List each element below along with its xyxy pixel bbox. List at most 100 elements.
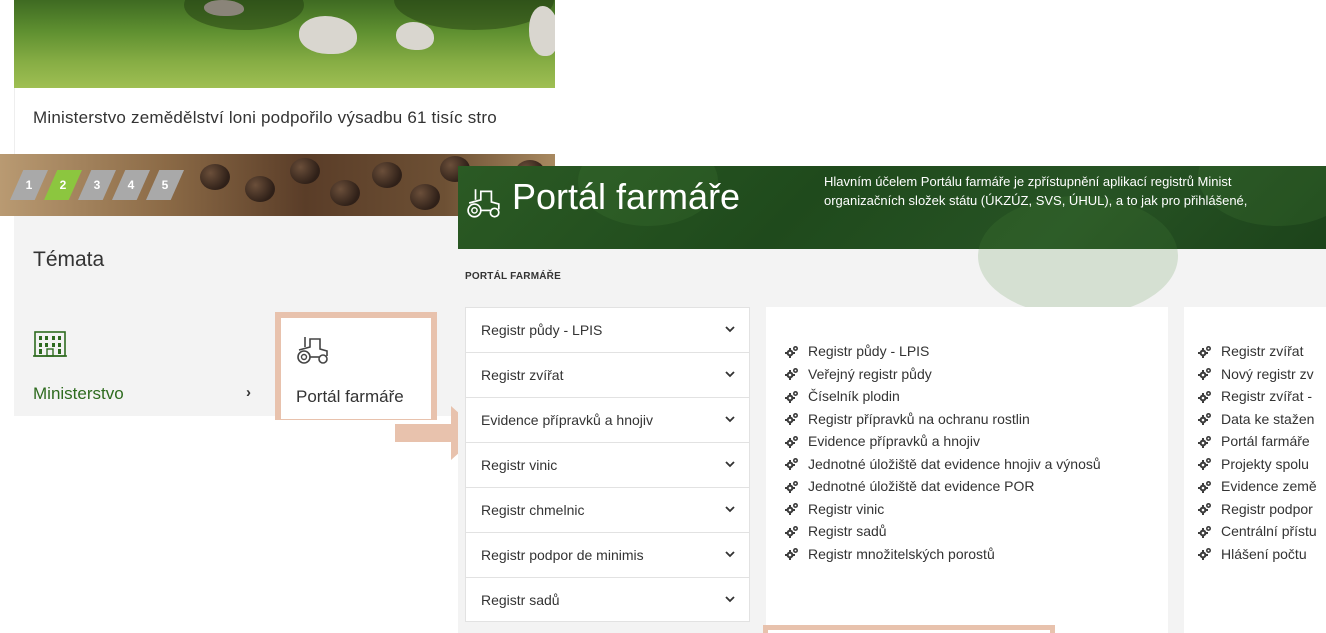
- carousel-pager: 1 2 3 4 5: [10, 170, 184, 200]
- app-gears-icon: [785, 390, 798, 403]
- application-links-column-2: Registr zvířat Nový registr zv Registr z…: [1184, 307, 1326, 633]
- chevron-down-icon: [725, 506, 735, 513]
- app-link[interactable]: Projekty spolu: [1198, 453, 1317, 476]
- app-gears-icon: [785, 503, 798, 516]
- portal-banner: Portál farmáře Hlavním účelem Portálu fa…: [458, 166, 1326, 316]
- hero-image-sheep: [14, 0, 555, 88]
- app-link-label: Evidence přípravků a hnojiv: [808, 433, 980, 450]
- app-gears-icon: [785, 368, 798, 381]
- app-link-label: Veřejný registr půdy: [808, 365, 932, 382]
- app-link-label: Centrální přístu: [1221, 523, 1317, 540]
- app-gears-icon: [1198, 345, 1211, 358]
- app-gears-icon: [1198, 525, 1211, 538]
- app-link[interactable]: Veřejný registr půdy: [785, 363, 1101, 386]
- app-link[interactable]: Registr podpor: [1198, 498, 1317, 521]
- app-gears-icon: [1198, 435, 1211, 448]
- app-link-label: Registr zvířat: [1221, 343, 1304, 360]
- topic-ministry-link[interactable]: Ministerstvo: [33, 384, 124, 404]
- app-gears-icon: [785, 525, 798, 538]
- app-gears-icon: [785, 458, 798, 471]
- app-link-label: Registr zvířat -: [1221, 388, 1313, 405]
- accordion-item-label: Registr zvířat: [481, 367, 564, 383]
- app-gears-icon: [1198, 548, 1211, 561]
- topics-title: Témata: [33, 248, 105, 271]
- chevron-down-icon: [725, 596, 735, 603]
- app-link-label: Registr sadů: [808, 523, 887, 540]
- accordion-item-hops[interactable]: Registr chmelnic: [465, 487, 750, 532]
- breadcrumb[interactable]: PORTÁL FARMÁŘE: [465, 271, 561, 282]
- app-link-label: Portál farmáře: [1221, 433, 1310, 450]
- application-links-column-1: Registr půdy - LPIS Veřejný registr půdy…: [766, 307, 1168, 633]
- app-link[interactable]: Registr přípravků na ochranu rostlin: [785, 408, 1101, 431]
- accordion-item-label: Registr podpor de minimis: [481, 547, 644, 563]
- app-gears-icon: [785, 548, 798, 561]
- building-icon: [33, 331, 67, 357]
- app-link-label: Hlášení počtu: [1221, 545, 1307, 562]
- app-gears-icon: [785, 480, 798, 493]
- chevron-down-icon: [725, 371, 735, 378]
- app-gears-icon: [1198, 413, 1211, 426]
- app-link-label: Nový registr zv: [1221, 365, 1314, 382]
- chevron-right-icon[interactable]: ›: [246, 384, 251, 401]
- portal-title: Portál farmáře: [512, 176, 741, 217]
- app-link[interactable]: Nový registr zv: [1198, 363, 1317, 386]
- app-link-label: Registr množitelských porostů: [808, 545, 995, 562]
- app-link-label: Jednotné úložiště dat evidence hnojiv a …: [808, 455, 1101, 472]
- app-link[interactable]: Evidence přípravků a hnojiv: [785, 430, 1101, 453]
- app-link[interactable]: Číselník plodin: [785, 385, 1101, 408]
- accordion-item-fertilizers[interactable]: Evidence přípravků a hnojiv: [465, 397, 750, 442]
- app-gears-icon: [1198, 480, 1211, 493]
- tractor-icon: [467, 189, 500, 218]
- app-link[interactable]: Centrální přístu: [1198, 520, 1317, 543]
- pager-dot-2[interactable]: 2: [44, 170, 82, 200]
- app-link[interactable]: Registr množitelských porostů: [785, 543, 1101, 566]
- app-link[interactable]: Registr sadů: [785, 520, 1101, 543]
- app-link-label: Data ke stažen: [1221, 410, 1315, 427]
- accordion-item-orchards[interactable]: Registr sadů: [465, 577, 750, 622]
- portal-description: Hlavním účelem Portálu farmáře je zpříst…: [824, 172, 1247, 210]
- app-link[interactable]: Registr zvířat -: [1198, 385, 1317, 408]
- app-link[interactable]: Registr půdy - LPIS: [785, 340, 1101, 363]
- pager-dot-4[interactable]: 4: [112, 170, 150, 200]
- app-link[interactable]: Registr zvířat: [1198, 340, 1317, 363]
- accordion-item-animals[interactable]: Registr zvířat: [465, 352, 750, 397]
- pager-dot-1[interactable]: 1: [10, 170, 48, 200]
- highlight-box: [763, 625, 1055, 633]
- portal-description-line1: Hlavním účelem Portálu farmáře je zpříst…: [824, 174, 1232, 189]
- accordion-item-label: Registr půdy - LPIS: [481, 322, 603, 338]
- accordion-item-de-minimis[interactable]: Registr podpor de minimis: [465, 532, 750, 577]
- app-link-label: Registr půdy - LPIS: [808, 343, 930, 360]
- app-gears-icon: [1198, 390, 1211, 403]
- app-link[interactable]: Portál farmáře: [1198, 430, 1317, 453]
- app-gears-icon: [785, 345, 798, 358]
- app-link[interactable]: Hlášení počtu: [1198, 543, 1317, 566]
- accordion-item-vineyards[interactable]: Registr vinic: [465, 442, 750, 487]
- app-gears-icon: [1198, 503, 1211, 516]
- accordion-item-label: Registr sadů: [481, 592, 560, 608]
- accordion-item-label: Registr vinic: [481, 457, 558, 473]
- chevron-down-icon: [725, 326, 735, 333]
- app-link-label: Registr přípravků na ochranu rostlin: [808, 410, 1030, 427]
- app-link[interactable]: Data ke stažen: [1198, 408, 1317, 431]
- accordion-item-label: Registr chmelnic: [481, 502, 585, 518]
- portal-card-label: Portál farmáře: [296, 387, 404, 406]
- app-link-label: Jednotné úložiště dat evidence POR: [808, 478, 1035, 495]
- app-link-label: Registr podpor: [1221, 500, 1313, 517]
- app-link-label: Evidence země: [1221, 478, 1317, 495]
- news-caption-text: Ministerstvo zemědělství loni podpořilo …: [33, 108, 497, 127]
- app-link-label: Projekty spolu: [1221, 455, 1309, 472]
- pager-dot-5[interactable]: 5: [146, 170, 184, 200]
- app-link[interactable]: Jednotné úložiště dat evidence hnojiv a …: [785, 453, 1101, 476]
- portal-description-line2: organizačních složek státu (ÚKZÚZ, SVS, …: [824, 193, 1248, 208]
- chevron-down-icon: [725, 551, 735, 558]
- tractor-icon: [297, 337, 328, 364]
- accordion-item-label: Evidence přípravků a hnojiv: [481, 412, 653, 428]
- news-caption[interactable]: Ministerstvo zemědělství loni podpořilo …: [14, 88, 555, 154]
- app-link[interactable]: Jednotné úložiště dat evidence POR: [785, 475, 1101, 498]
- app-gears-icon: [785, 435, 798, 448]
- accordion-item-lpis[interactable]: Registr půdy - LPIS: [465, 307, 750, 352]
- portal-farmare-screenshot: Portál farmáře Hlavním účelem Portálu fa…: [458, 166, 1326, 633]
- pager-dot-3[interactable]: 3: [78, 170, 116, 200]
- app-link[interactable]: Registr vinic: [785, 498, 1101, 521]
- app-link[interactable]: Evidence země: [1198, 475, 1317, 498]
